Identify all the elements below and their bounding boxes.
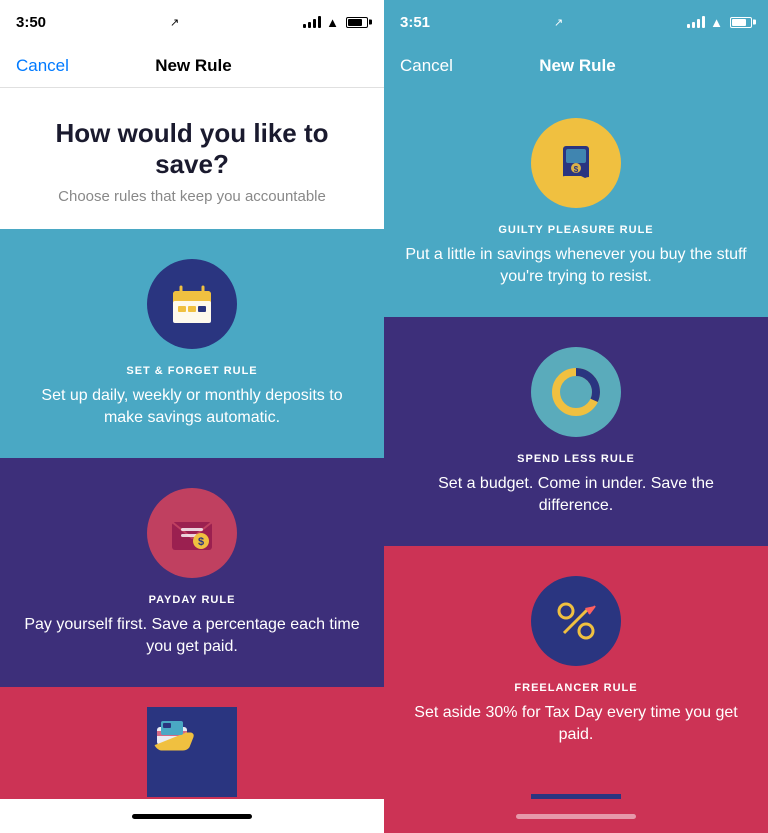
location-icon-2: ↗ (554, 16, 563, 29)
rule-desc-freelancer: Set aside 30% for Tax Day every time you… (404, 702, 748, 747)
donut-icon (551, 367, 601, 417)
rule-desc-set-forget: Set up daily, weekly or monthly deposits… (20, 385, 364, 430)
status-time-1: 3:50 (16, 14, 46, 31)
rule-name-spend: SPEND LESS RULE (517, 453, 635, 465)
content-2: $ GUILTY PLEASURE RULE Put a little in s… (384, 88, 768, 799)
rule-card-payday[interactable]: $ PAYDAY RULE Pay yourself first. Save a… (0, 458, 384, 687)
location-icon-1: ↗ (170, 16, 179, 29)
status-time-2: 3:51 (400, 14, 430, 31)
status-icons-1: ▲ (303, 15, 368, 30)
svg-text:$: $ (574, 165, 579, 174)
rule-name-set-forget: SET & FORGET RULE (126, 365, 257, 377)
nav-bar-1: Cancel New Rule (0, 44, 384, 88)
percent-icon (551, 596, 601, 646)
rule-icon-guilty: $ (531, 118, 621, 208)
header-subtitle: Choose rules that keep you accountable (20, 188, 364, 205)
status-icons-2: ▲ (687, 15, 752, 30)
envelope-icon: $ (167, 508, 217, 558)
rule-card-spend[interactable]: SPEND LESS RULE Set a budget. Come in un… (384, 317, 768, 546)
home-bar-1 (132, 814, 252, 819)
signal-icon-2 (687, 16, 705, 28)
rule-card-partial[interactable] (0, 687, 384, 799)
rule-icon-set-forget (147, 259, 237, 349)
rule-desc-payday: Pay yourself first. Save a percentage ea… (20, 614, 364, 659)
wifi-icon-2: ▲ (710, 15, 723, 30)
signal-icon-1 (303, 16, 321, 28)
rule-icon-payday: $ (147, 488, 237, 578)
hand-card-icon (147, 707, 197, 757)
status-bar-2: 3:51 ↗ ▲ (384, 0, 768, 44)
home-indicator-2 (384, 799, 768, 833)
nav-bar-2: Cancel New Rule (384, 44, 768, 88)
rule-icon-spend (531, 347, 621, 437)
content-1: How would you like to save? Choose rules… (0, 88, 384, 799)
header-question: How would you like to save? (20, 118, 364, 180)
rule-name-guilty: GUILTY PLEASURE RULE (498, 224, 653, 236)
rule-icon-freelancer (531, 576, 621, 666)
page-title-2: New Rule (539, 56, 616, 76)
cancel-button-1[interactable]: Cancel (16, 56, 69, 76)
header-section: How would you like to save? Choose rules… (0, 88, 384, 229)
rule-card-last-partial[interactable] (384, 774, 768, 799)
home-bar-2 (516, 814, 636, 819)
rule-card-guilty[interactable]: $ GUILTY PLEASURE RULE Put a little in s… (384, 88, 768, 317)
rule-desc-guilty: Put a little in savings whenever you buy… (404, 244, 748, 289)
cancel-button-2[interactable]: Cancel (400, 56, 453, 76)
rule-card-set-forget[interactable]: SET & FORGET RULE Set up daily, weekly o… (0, 229, 384, 458)
battery-icon-2 (730, 17, 752, 28)
rule-name-payday: PAYDAY RULE (149, 594, 236, 606)
rule-card-freelancer[interactable]: FREELANCER RULE Set aside 30% for Tax Da… (384, 546, 768, 775)
calendar-icon (167, 279, 217, 329)
home-indicator-1 (0, 799, 384, 833)
rule-icon-partial (147, 707, 237, 797)
page-title-1: New Rule (155, 56, 232, 76)
rule-name-freelancer: FREELANCER RULE (514, 682, 637, 694)
phone-screen-2: 3:51 ↗ ▲ Cancel New Rule (384, 0, 768, 833)
svg-text:$: $ (198, 536, 204, 548)
status-bar-1: 3:50 ↗ ▲ (0, 0, 384, 44)
phone-screen-1: 3:50 ↗ ▲ Cancel New Rule How would you l… (0, 0, 384, 833)
rule-desc-spend: Set a budget. Come in under. Save the di… (404, 473, 748, 518)
battery-icon-1 (346, 17, 368, 28)
wifi-icon-1: ▲ (326, 15, 339, 30)
hand-dollar-icon: $ (551, 138, 601, 188)
